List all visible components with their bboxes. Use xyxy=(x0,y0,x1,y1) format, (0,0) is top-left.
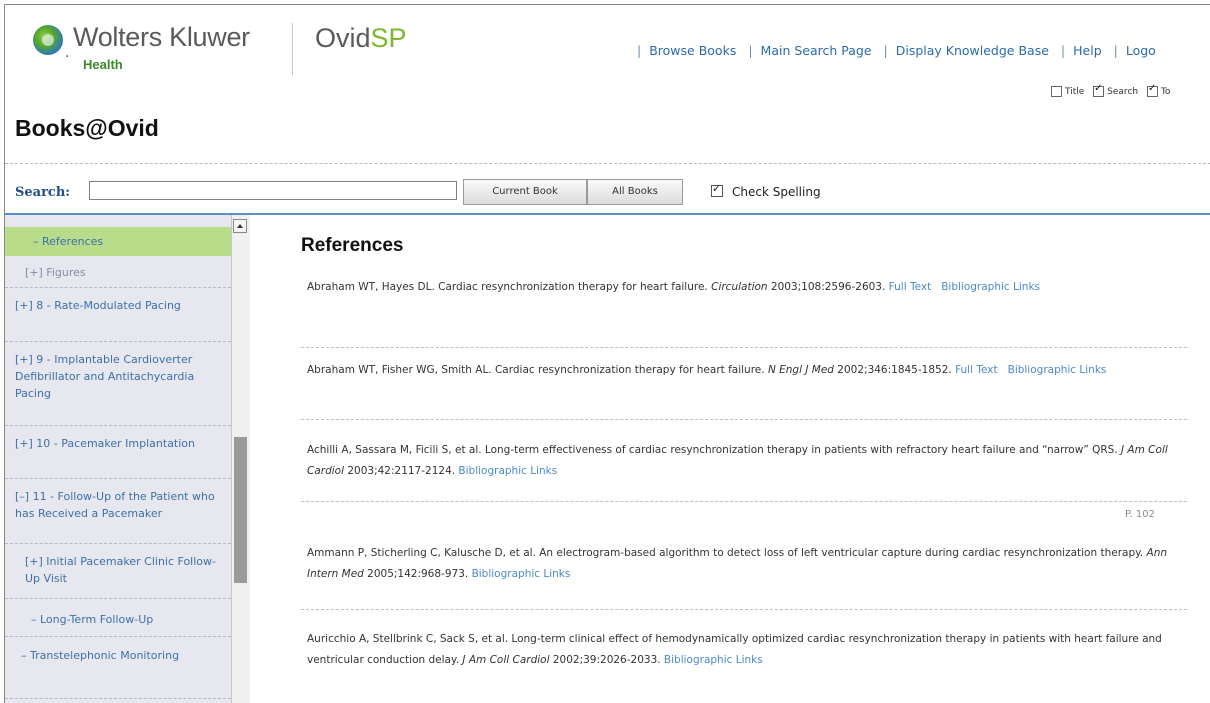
full-text-link[interactable]: Full Text xyxy=(955,364,998,376)
divider xyxy=(5,163,1210,164)
bibliographic-links-link[interactable]: Bibliographic Links xyxy=(1008,364,1107,376)
header-divider xyxy=(292,23,293,75)
current-book-button[interactable]: Current Book xyxy=(463,179,587,205)
search-input[interactable] xyxy=(89,181,457,200)
search-checkbox[interactable] xyxy=(1093,83,1105,97)
reference-item: Abraham WT, Fisher WG, Smith AL. Cardiac… xyxy=(307,364,1107,376)
toc-item-chapter-9[interactable]: [+] 9 - Implantable Cardioverter Defibri… xyxy=(5,342,231,426)
page-number: P. 102 xyxy=(1125,509,1155,520)
nav-browse-books[interactable]: Browse Books xyxy=(649,43,736,58)
search-options: Title Search To xyxy=(1045,83,1170,97)
reference-item: Auricchio A, Stellbrink C, Sack S, et al… xyxy=(307,633,1162,666)
toc-item-initial-follow-up[interactable]: [+] Initial Pacemaker Clinic Follow-Up V… xyxy=(5,544,231,599)
reference-item: Ammann P, Sticherling C, Kalusche D, et … xyxy=(307,547,1168,580)
scroll-thumb[interactable] xyxy=(234,437,247,583)
bibliographic-links-link[interactable]: Bibliographic Links xyxy=(664,654,763,666)
toc-item-chapter-11[interactable]: [–] 11 - Follow-Up of the Patient who ha… xyxy=(5,479,231,544)
check-spelling[interactable]: Check Spelling xyxy=(711,182,821,199)
section-title: References xyxy=(301,235,404,256)
top-nav: | Browse Books | Main Search Page | Display… xyxy=(637,43,1156,58)
wolters-kluwer-logo[interactable]: . Wolters Kluwer Health xyxy=(33,19,293,77)
bibliographic-links-link[interactable]: Bibliographic Links xyxy=(458,465,557,477)
product-logo[interactable]: OvidSP xyxy=(315,23,407,54)
nav-help[interactable]: Help xyxy=(1073,43,1102,58)
reference-divider xyxy=(301,419,1187,420)
full-text-link[interactable]: Full Text xyxy=(889,281,932,293)
table-of-contents: – References [+] Figures [+] 8 - Rate-Mo… xyxy=(5,215,231,703)
bibliographic-links-link[interactable]: Bibliographic Links xyxy=(472,568,571,580)
toc-item-figures[interactable]: [+] Figures xyxy=(5,256,231,288)
toc-item-long-term-follow-up[interactable]: – Long-Term Follow-Up xyxy=(5,599,231,637)
toc-checkbox[interactable] xyxy=(1146,83,1158,97)
logo-sub: Health xyxy=(83,57,123,72)
search-label: Search: xyxy=(15,185,71,200)
reference-item: Achilli A, Sassara M, Ficili S, et al. L… xyxy=(307,444,1168,477)
nav-display-knowledge-base[interactable]: Display Knowledge Base xyxy=(896,43,1049,58)
search-bar: Search: Current Book All Books Check Spe… xyxy=(5,175,1210,211)
reference-item: Abraham WT, Hayes DL. Cardiac resynchron… xyxy=(307,281,1040,293)
check-spelling-checkbox[interactable] xyxy=(711,182,723,197)
reference-divider xyxy=(301,609,1187,610)
reference-divider xyxy=(301,501,1187,502)
toc-item-chapter-8[interactable]: [+] 8 - Rate-Modulated Pacing xyxy=(5,288,231,342)
toc-item-transtelephonic-monitoring[interactable]: – Transtelephonic Monitoring xyxy=(5,637,231,699)
sidebar-scrollbar[interactable] xyxy=(231,215,250,703)
browser-frame: . Wolters Kluwer Health OvidSP | Browse B… xyxy=(4,4,1210,703)
globe-logo-icon xyxy=(33,25,63,55)
all-books-button[interactable]: All Books xyxy=(587,179,683,205)
nav-logoff[interactable]: Logo xyxy=(1126,43,1156,58)
scroll-up-arrow-icon[interactable] xyxy=(233,219,247,233)
toc-item-references[interactable]: – References xyxy=(5,227,231,256)
bibliographic-links-link[interactable]: Bibliographic Links xyxy=(941,281,1040,293)
site-header: . Wolters Kluwer Health OvidSP | Browse B… xyxy=(5,5,1210,89)
title-checkbox[interactable] xyxy=(1051,86,1062,97)
reference-divider xyxy=(301,347,1187,348)
nav-main-search-page[interactable]: Main Search Page xyxy=(761,43,872,58)
page-title: Books@Ovid xyxy=(15,115,159,141)
logo-name: Wolters Kluwer xyxy=(73,22,250,52)
main-content: References Abraham WT, Hayes DL. Cardiac… xyxy=(249,215,1210,703)
toc-item-chapter-10[interactable]: [+] 10 - Pacemaker Implantation xyxy=(5,426,231,479)
